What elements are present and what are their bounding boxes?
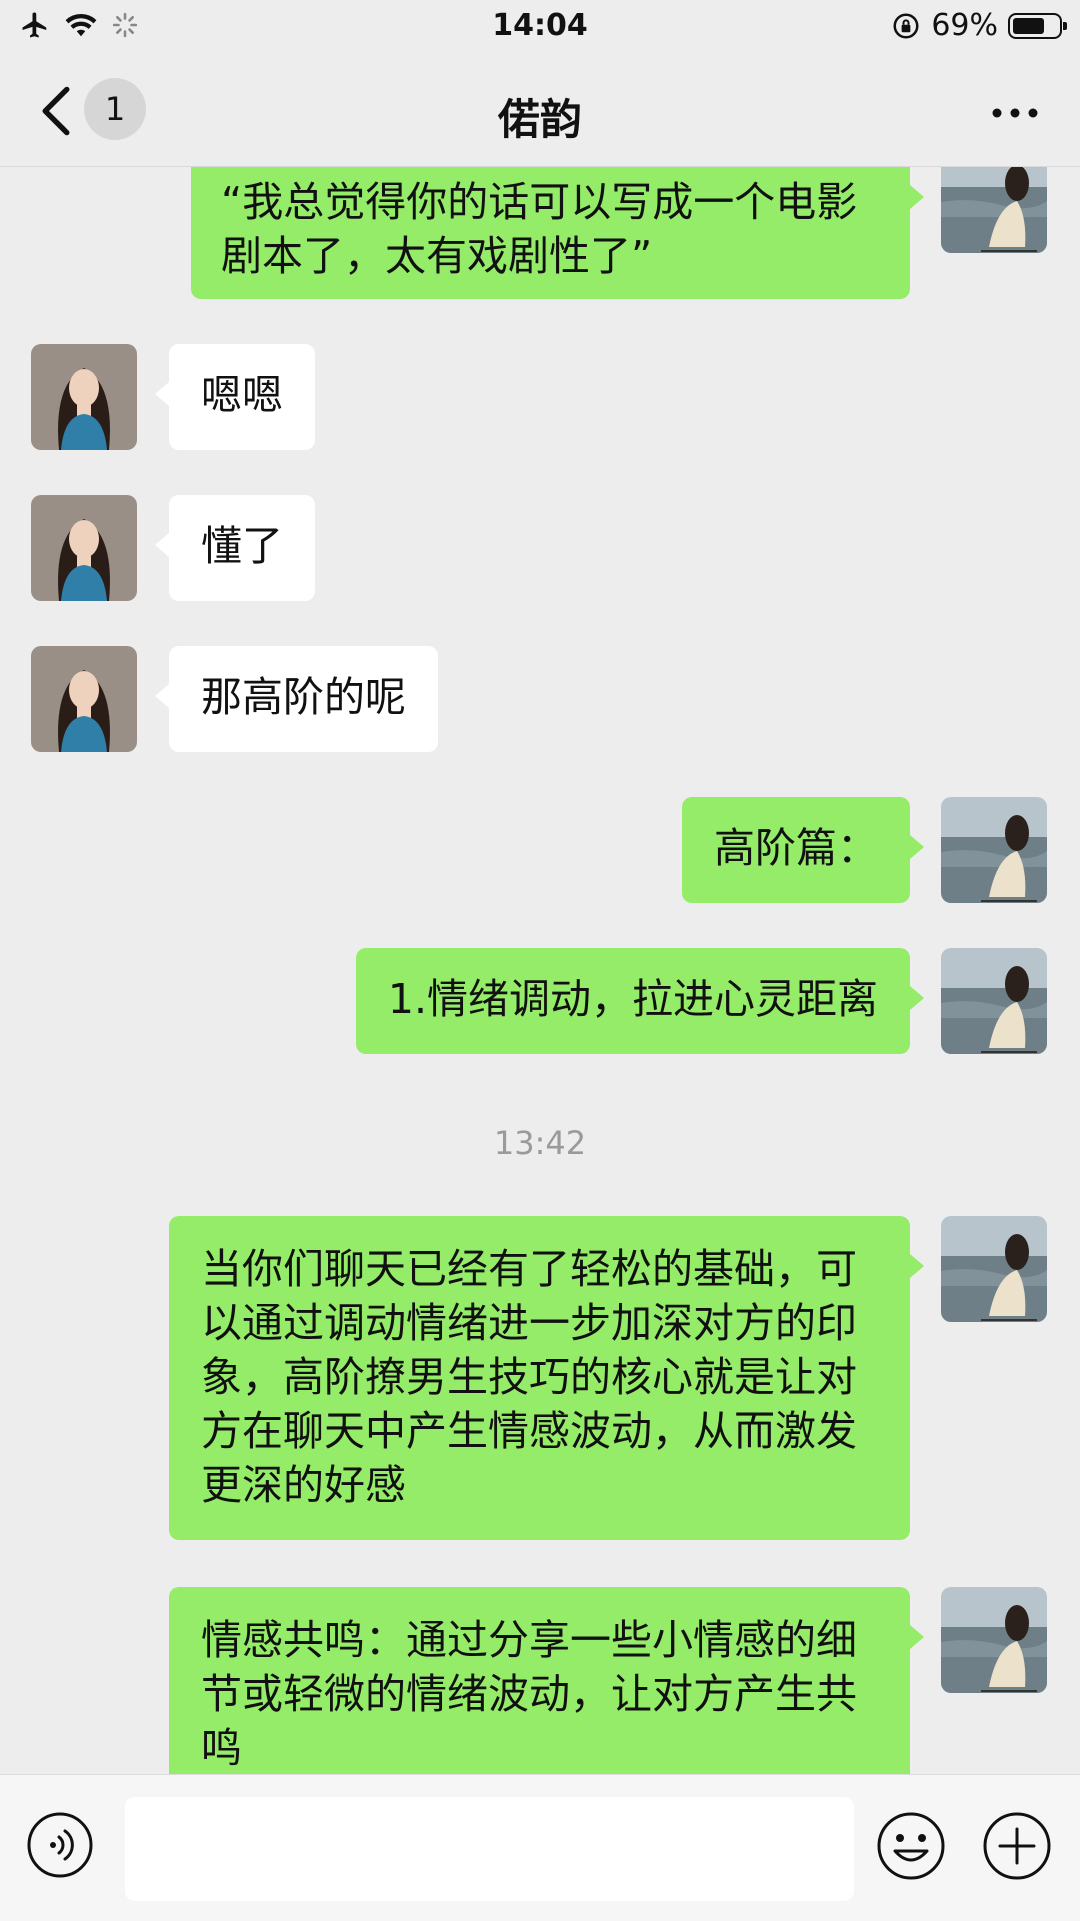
received-message-bubble[interactable]: 嗯嗯 (155, 344, 315, 450)
sent-message-bubble[interactable]: “我总觉得你的话可以写成一个电影剧本了，太有戏剧性了” (191, 167, 924, 299)
contact-avatar[interactable] (31, 344, 137, 450)
battery-icon (1008, 12, 1067, 39)
chat-header: 1 偌韵 (0, 56, 1080, 167)
received-message-bubble[interactable]: 懂了 (155, 495, 315, 601)
contact-avatar[interactable] (31, 646, 137, 752)
chat-title[interactable]: 偌韵 (0, 86, 1080, 147)
sent-message-bubble[interactable]: 当你们聊天已经有了轻松的基础，可以通过调动情绪进一步加深对方的印象，高阶撩男生技… (169, 1216, 924, 1540)
message-input-bar (0, 1774, 1080, 1921)
battery-percent: 69% (931, 8, 998, 43)
message-list[interactable]: “我总觉得你的话可以写成一个电影剧本了，太有戏剧性了” 嗯嗯 懂了 那高阶的呢 … (0, 167, 1080, 1774)
received-message-bubble[interactable]: 那高阶的呢 (155, 646, 438, 752)
more-options-icon[interactable] (990, 106, 1040, 120)
sent-message-bubble[interactable]: 高阶篇： (682, 797, 924, 903)
self-avatar[interactable] (941, 167, 1047, 253)
self-avatar[interactable] (941, 797, 1047, 903)
message-text-input[interactable] (125, 1797, 854, 1901)
voice-input-icon[interactable] (26, 1811, 94, 1879)
contact-avatar[interactable] (31, 495, 137, 601)
self-avatar[interactable] (941, 1216, 1047, 1322)
sent-message-bubble[interactable]: 情感共鸣：通过分享一些小情感的细节或轻微的情绪波动，让对方产生共鸣 (169, 1587, 924, 1774)
status-right-icons: 69% (891, 8, 1067, 43)
self-avatar[interactable] (941, 948, 1047, 1054)
rotation-lock-icon (893, 13, 919, 38)
more-functions-plus-icon[interactable] (982, 1811, 1052, 1881)
emoji-icon[interactable] (876, 1811, 946, 1881)
chat-timestamp: 13:42 (493, 1124, 587, 1162)
status-bar: 14:04 69% (0, 0, 1080, 56)
sent-message-bubble[interactable]: 1.情绪调动，拉进心灵距离 (355, 948, 925, 1054)
self-avatar[interactable] (941, 1587, 1047, 1693)
